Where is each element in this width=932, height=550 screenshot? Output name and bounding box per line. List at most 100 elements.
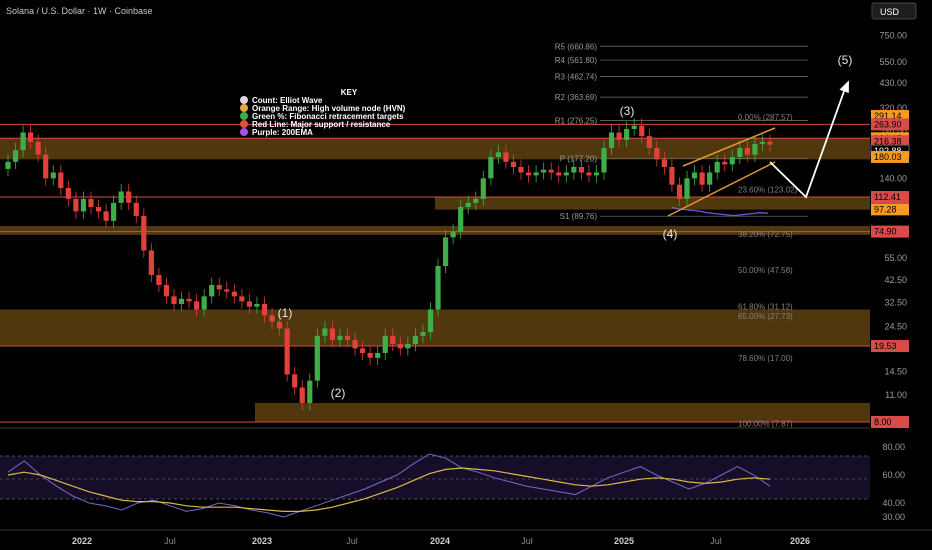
price-axis-tick: 24.50 <box>884 322 907 332</box>
price-chart[interactable]: R5 (660.86) R4 (561.80) R3 (462.74) R2 (363… <box>0 0 932 550</box>
candle-body <box>156 274 162 285</box>
candle-body <box>744 148 750 155</box>
candle-body <box>624 129 630 140</box>
fib-label: 23.60% (123.02) <box>738 185 797 194</box>
price-axis-tick: 55.00 <box>884 253 907 263</box>
key-dot-wave-icon <box>240 96 248 104</box>
wave-label: (4) <box>663 227 678 241</box>
time-axis-tick: 2025 <box>614 536 634 546</box>
key-item-label: Purple: 200EMA <box>252 128 313 137</box>
pivot-label: S1 (89.76) <box>560 212 598 221</box>
currency-button-label[interactable]: USD <box>880 7 900 17</box>
time-axis-tick: Jul <box>710 536 722 546</box>
fib-label: 100.00% (7.87) <box>738 419 793 428</box>
candle-body <box>646 136 652 148</box>
price-axis-tick: 750.00 <box>879 30 907 40</box>
candle-body <box>503 152 509 162</box>
candle-body <box>292 374 298 388</box>
fib-label: 50.00% (47.58) <box>738 266 793 275</box>
candle-body <box>73 198 79 212</box>
candle-body <box>458 207 464 232</box>
rsi-axis-tick: 60.00 <box>882 470 905 480</box>
candle-body <box>759 141 766 144</box>
candle-body <box>163 285 170 297</box>
candle-body <box>269 315 275 322</box>
candle-body <box>382 335 388 353</box>
candle-body <box>261 303 268 316</box>
candle-body <box>563 172 569 176</box>
key-dot-support-icon <box>240 120 248 128</box>
candle-body <box>148 250 154 275</box>
candle-body <box>239 296 245 302</box>
candle-body <box>525 172 532 176</box>
candle-body <box>616 132 622 140</box>
candle-body <box>691 172 698 179</box>
candle-body <box>608 132 615 148</box>
candle-body <box>12 150 19 162</box>
candle-body <box>548 169 554 173</box>
pivot-label: R3 (462.74) <box>555 73 598 82</box>
candle-body <box>359 348 366 353</box>
candle-body <box>20 132 26 151</box>
candle-body <box>752 143 758 155</box>
currency-button[interactable]: USD <box>871 2 917 20</box>
wave-label: (2) <box>331 386 346 400</box>
candle-body <box>495 152 501 157</box>
price-tag-label: 180.03 <box>874 152 902 162</box>
price-axis-tick: 430.00 <box>879 78 907 88</box>
price-axis-tick: 550.00 <box>879 57 907 67</box>
candle-body <box>465 202 471 208</box>
price-axis-tick: 42.50 <box>884 275 907 285</box>
candle-body <box>178 298 185 304</box>
candle-body <box>639 125 645 137</box>
candle-body <box>201 296 207 310</box>
candle-body <box>209 285 215 297</box>
candle-body <box>118 191 124 203</box>
candle-body <box>329 328 336 340</box>
candle-body <box>95 207 102 212</box>
candle-body <box>111 202 117 221</box>
candle-body <box>397 344 403 349</box>
candle-body <box>126 191 132 203</box>
candle-body <box>88 198 94 208</box>
candle-body <box>246 301 253 307</box>
candle-body <box>676 184 683 199</box>
candle-body <box>299 387 305 404</box>
candle-body <box>254 303 260 307</box>
candle-body <box>405 344 411 349</box>
price-tag-label: 8.00 <box>874 417 892 427</box>
price-tag-label: 112.41 <box>874 192 901 202</box>
candle-body <box>586 172 592 176</box>
candle-body <box>352 339 358 349</box>
candle-body <box>58 172 64 189</box>
price-axis-tick: 32.50 <box>884 298 907 308</box>
candle-body <box>65 188 71 199</box>
candle-body <box>103 211 109 221</box>
candle-body <box>578 166 584 173</box>
candle-body <box>141 215 147 251</box>
candle-body <box>541 169 547 173</box>
wave-label: (1) <box>278 306 293 320</box>
pivot-label: R4 (561.80) <box>555 56 598 65</box>
candle-body <box>737 148 743 157</box>
candle-body <box>510 161 517 167</box>
rsi-axis-tick: 30.00 <box>882 512 905 522</box>
candle-body <box>442 237 449 267</box>
candle-body <box>488 156 494 179</box>
candle-body <box>767 141 773 145</box>
time-axis-tick: Jul <box>164 536 176 546</box>
candle-body <box>518 166 524 173</box>
rsi-band <box>0 456 870 499</box>
candle-body <box>707 172 713 185</box>
key-dot-ema-icon <box>240 128 248 136</box>
candle-body <box>186 298 192 302</box>
candle-body <box>473 198 479 203</box>
time-axis-tick: 2023 <box>252 536 272 546</box>
candle-body <box>571 166 577 173</box>
candle-body <box>699 172 705 185</box>
pivot-label: R1 (276.25) <box>555 117 598 126</box>
fib-label: 38.20% (72.75) <box>738 230 793 239</box>
price-axis-tick: 14.50 <box>884 366 907 376</box>
candle-body <box>367 352 373 358</box>
candle-body <box>133 202 139 216</box>
